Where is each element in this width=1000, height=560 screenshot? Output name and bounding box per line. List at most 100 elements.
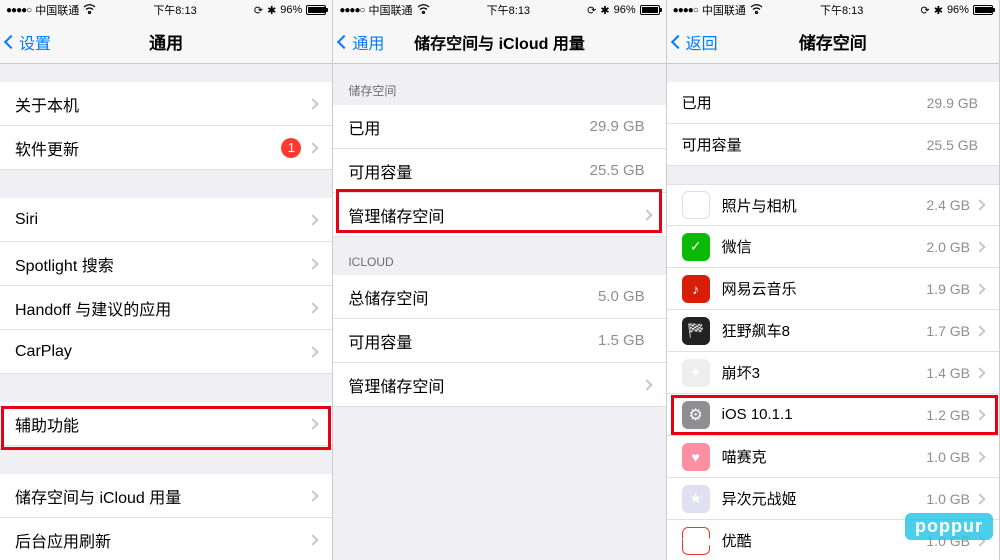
app-name: 优酷 bbox=[722, 530, 927, 551]
row-software-update[interactable]: 软件更新 1 bbox=[0, 126, 332, 170]
page-title: 储存空间与 iCloud 用量 bbox=[414, 30, 585, 54]
row-icloud-total: 总储存空间 5.0 GB bbox=[333, 275, 665, 319]
nav-bar: 通用 储存空间与 iCloud 用量 bbox=[333, 20, 665, 64]
chevron-right-icon bbox=[308, 98, 319, 109]
app-row[interactable]: ⚙ iOS 10.1.11.2 GB bbox=[667, 394, 999, 436]
chevron-right-icon bbox=[974, 451, 985, 462]
chevron-right-icon bbox=[308, 142, 319, 153]
app-name: 照片与相机 bbox=[722, 195, 927, 216]
row-available: 可用容量 25.5 GB bbox=[667, 124, 999, 166]
app-name: 异次元战姬 bbox=[722, 488, 927, 509]
app-icon: ✦ bbox=[682, 359, 710, 387]
app-icon: ⚙ bbox=[682, 401, 710, 429]
screen-general: ●●●●○ 中国联通 下午8:13 ⟳ ✱ 96% 设置 通用 关于本机 软件更… bbox=[0, 0, 333, 560]
app-name: 狂野飙车8 bbox=[722, 320, 927, 341]
back-button[interactable]: 返回 bbox=[673, 20, 718, 63]
row-siri[interactable]: Siri bbox=[0, 198, 332, 242]
chevron-right-icon bbox=[641, 209, 652, 220]
bluetooth-icon: ✱ bbox=[934, 4, 943, 17]
battery-pct: 96% bbox=[947, 4, 969, 16]
app-name: iOS 10.1.1 bbox=[722, 406, 927, 423]
app-icon: ♥ bbox=[682, 443, 710, 471]
page-title: 通用 bbox=[149, 29, 183, 54]
battery-icon bbox=[973, 5, 993, 15]
chevron-right-icon bbox=[308, 346, 319, 357]
app-size: 1.7 GB bbox=[926, 323, 970, 339]
chevron-right-icon bbox=[641, 379, 652, 390]
app-size: 2.0 GB bbox=[926, 239, 970, 255]
settings-list: 关于本机 软件更新 1 Siri Spotlight 搜索 Handoff 与建… bbox=[0, 64, 332, 560]
chevron-left-icon bbox=[4, 34, 18, 48]
row-icloud-manage[interactable]: 管理储存空间 bbox=[333, 363, 665, 407]
app-name: 喵赛克 bbox=[722, 446, 927, 467]
row-accessibility[interactable]: 辅助功能 bbox=[0, 402, 332, 446]
app-icon: ★ bbox=[682, 485, 710, 513]
chevron-right-icon bbox=[308, 490, 319, 501]
chevron-right-icon bbox=[974, 241, 985, 252]
row-handoff[interactable]: Handoff 与建议的应用 bbox=[0, 286, 332, 330]
app-row[interactable]: ❀照片与相机2.4 GB bbox=[667, 184, 999, 226]
rotation-lock-icon: ⟳ bbox=[254, 4, 263, 17]
app-icon: 🏁 bbox=[682, 317, 710, 345]
app-size: 1.2 GB bbox=[926, 407, 970, 423]
battery-pct: 96% bbox=[614, 4, 636, 16]
chevron-right-icon bbox=[974, 283, 985, 294]
app-row[interactable]: ♥ 喵赛克1.0 GB bbox=[667, 436, 999, 478]
status-bar: ●●●●○ 中国联通 下午8:13 ⟳ ✱ 96% bbox=[333, 0, 665, 20]
chevron-right-icon bbox=[308, 258, 319, 269]
back-label: 通用 bbox=[352, 30, 384, 54]
storage-list: 储存空间 已用 29.9 GB 可用容量 25.5 GB 管理储存空间 ICLO… bbox=[333, 64, 665, 407]
nav-bar: 设置 通用 bbox=[0, 20, 332, 64]
app-row[interactable]: ♪网易云音乐1.9 GB bbox=[667, 268, 999, 310]
app-storage-list: 已用 29.9 GB 可用容量 25.5 GB ❀照片与相机2.4 GB✓微信2… bbox=[667, 64, 999, 560]
row-used: 已用 29.9 GB bbox=[667, 82, 999, 124]
group-header-storage: 储存空间 bbox=[333, 64, 665, 105]
carrier-label: 中国联通 bbox=[702, 2, 746, 18]
app-row[interactable]: 🏁 狂野飙车81.7 GB bbox=[667, 310, 999, 352]
clock-label: 下午8:13 bbox=[153, 2, 196, 18]
row-manage-storage[interactable]: 管理储存空间 bbox=[333, 193, 665, 237]
rotation-lock-icon: ⟳ bbox=[921, 4, 930, 17]
app-icon: ✓ bbox=[682, 233, 710, 261]
clock-label: 下午8:13 bbox=[487, 2, 530, 18]
row-storage-icloud[interactable]: 储存空间与 iCloud 用量 bbox=[0, 474, 332, 518]
app-size: 1.0 GB bbox=[926, 449, 970, 465]
carrier-label: 中国联通 bbox=[35, 2, 79, 18]
status-bar: ●●●●○ 中国联通 下午8:13 ⟳ ✱ 96% bbox=[0, 0, 332, 20]
row-used: 已用 29.9 GB bbox=[333, 105, 665, 149]
back-button[interactable]: 通用 bbox=[339, 20, 384, 63]
screen-storage-icloud: ●●●●○ 中国联通 下午8:13 ⟳ ✱ 96% 通用 储存空间与 iClou… bbox=[333, 0, 666, 560]
bluetooth-icon: ✱ bbox=[600, 4, 609, 17]
row-spotlight[interactable]: Spotlight 搜索 bbox=[0, 242, 332, 286]
rotation-lock-icon: ⟳ bbox=[587, 4, 596, 17]
chevron-right-icon bbox=[974, 367, 985, 378]
battery-icon bbox=[306, 5, 326, 15]
back-label: 设置 bbox=[19, 30, 51, 54]
chevron-right-icon bbox=[974, 493, 985, 504]
app-row[interactable]: ✦崩坏31.4 GB bbox=[667, 352, 999, 394]
row-carplay[interactable]: CarPlay bbox=[0, 330, 332, 374]
row-icloud-available: 可用容量 1.5 GB bbox=[333, 319, 665, 363]
back-button[interactable]: 设置 bbox=[6, 20, 51, 63]
app-icon: ♪ bbox=[682, 275, 710, 303]
app-icon: youku bbox=[682, 527, 710, 555]
chevron-right-icon bbox=[974, 199, 985, 210]
chevron-right-icon bbox=[308, 418, 319, 429]
row-available: 可用容量 25.5 GB bbox=[333, 149, 665, 193]
signal-icon: ●●●●○ bbox=[673, 5, 698, 16]
chevron-left-icon bbox=[337, 34, 351, 48]
group-header-icloud: ICLOUD bbox=[333, 237, 665, 275]
app-name: 崩坏3 bbox=[722, 362, 927, 383]
wifi-icon bbox=[417, 4, 430, 17]
row-about[interactable]: 关于本机 bbox=[0, 82, 332, 126]
chevron-right-icon bbox=[308, 214, 319, 225]
clock-label: 下午8:13 bbox=[820, 2, 863, 18]
carrier-label: 中国联通 bbox=[369, 2, 413, 18]
app-row[interactable]: ✓微信2.0 GB bbox=[667, 226, 999, 268]
wifi-icon bbox=[750, 4, 763, 17]
back-label: 返回 bbox=[686, 30, 718, 54]
chevron-right-icon bbox=[974, 409, 985, 420]
row-background-refresh[interactable]: 后台应用刷新 bbox=[0, 518, 332, 560]
update-badge: 1 bbox=[281, 138, 301, 158]
bluetooth-icon: ✱ bbox=[267, 4, 276, 17]
